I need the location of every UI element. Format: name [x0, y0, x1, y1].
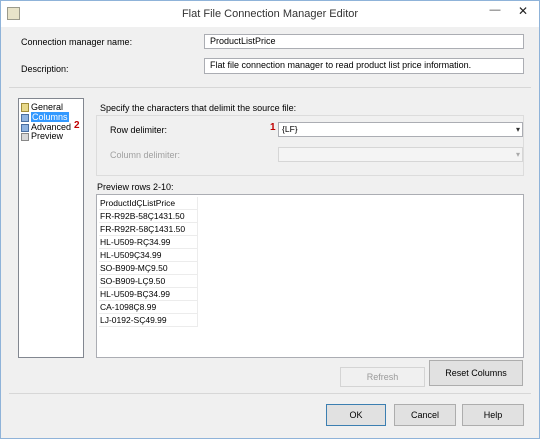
ok-button[interactable]: OK	[326, 404, 386, 426]
preview-row: HL-U509-BÇ34.99	[99, 288, 198, 301]
preview-header-cell: ProductIdÇListPrice	[99, 197, 198, 210]
annotation-marker-1: 1	[270, 122, 276, 133]
preview-row: SO-B909-LÇ9.50	[99, 275, 198, 288]
refresh-button[interactable]: Refresh	[340, 367, 425, 387]
preview-icon	[21, 132, 29, 141]
description-label: Description:	[21, 64, 69, 74]
connection-name-input[interactable]: ProductListPrice	[204, 34, 524, 49]
preview-row: CA-1098Ç8.99	[99, 301, 198, 314]
row-delimiter-value: {LF}	[282, 124, 298, 134]
nav-item-label: Columns	[31, 112, 69, 122]
title-bar[interactable]: Flat File Connection Manager Editor — ✕	[1, 1, 539, 27]
page-nav: General Columns Advanced Preview 2	[18, 98, 84, 358]
reset-columns-button[interactable]: Reset Columns	[429, 360, 523, 386]
close-button[interactable]: ✕	[513, 4, 533, 20]
preview-row: FR-R92R-58Ç1431.50	[99, 223, 198, 236]
preview-grid[interactable]: ProductIdÇListPrice FR-R92B-58Ç1431.50 F…	[96, 194, 524, 358]
delimiter-heading: Specify the characters that delimit the …	[100, 103, 297, 113]
description-input[interactable]: Flat file connection manager to read pro…	[204, 58, 524, 74]
nav-item-general[interactable]: General	[21, 102, 64, 113]
row-delimiter-select[interactable]: {LF} ▾	[278, 122, 523, 137]
connection-name-label: Connection manager name:	[21, 37, 133, 47]
preview-label: Preview rows 2-10:	[97, 182, 174, 192]
preview-row: SO-B909-MÇ9.50	[99, 262, 198, 275]
footer-divider	[9, 393, 531, 394]
preview-row: HL-U509-RÇ34.99	[99, 236, 198, 249]
column-delimiter-select[interactable]: ▾	[278, 147, 523, 162]
annotation-marker-2: 2	[74, 120, 80, 131]
column-delimiter-label: Column delimiter:	[110, 150, 181, 160]
chevron-down-icon: ▾	[515, 150, 520, 159]
chevron-down-icon: ▾	[515, 125, 520, 134]
nav-item-preview[interactable]: Preview	[21, 131, 63, 141]
cancel-button[interactable]: Cancel	[394, 404, 456, 426]
columns-icon	[21, 113, 29, 122]
dialog-window: Flat File Connection Manager Editor — ✕ …	[0, 0, 540, 439]
help-button[interactable]: Help	[462, 404, 524, 426]
preview-row: HL-U509Ç34.99	[99, 249, 198, 262]
row-delimiter-label: Row delimiter:	[110, 125, 168, 135]
header-divider	[9, 87, 531, 88]
preview-row: FR-R92B-58Ç1431.50	[99, 210, 198, 223]
minimize-button[interactable]: —	[485, 4, 505, 20]
general-icon	[21, 103, 29, 113]
nav-item-label: Preview	[31, 131, 64, 141]
preview-row: LJ-0192-SÇ49.99	[99, 314, 198, 327]
nav-item-label: General	[31, 102, 64, 112]
nav-item-columns[interactable]: Columns	[21, 112, 69, 122]
window-title: Flat File Connection Manager Editor	[181, 8, 359, 20]
